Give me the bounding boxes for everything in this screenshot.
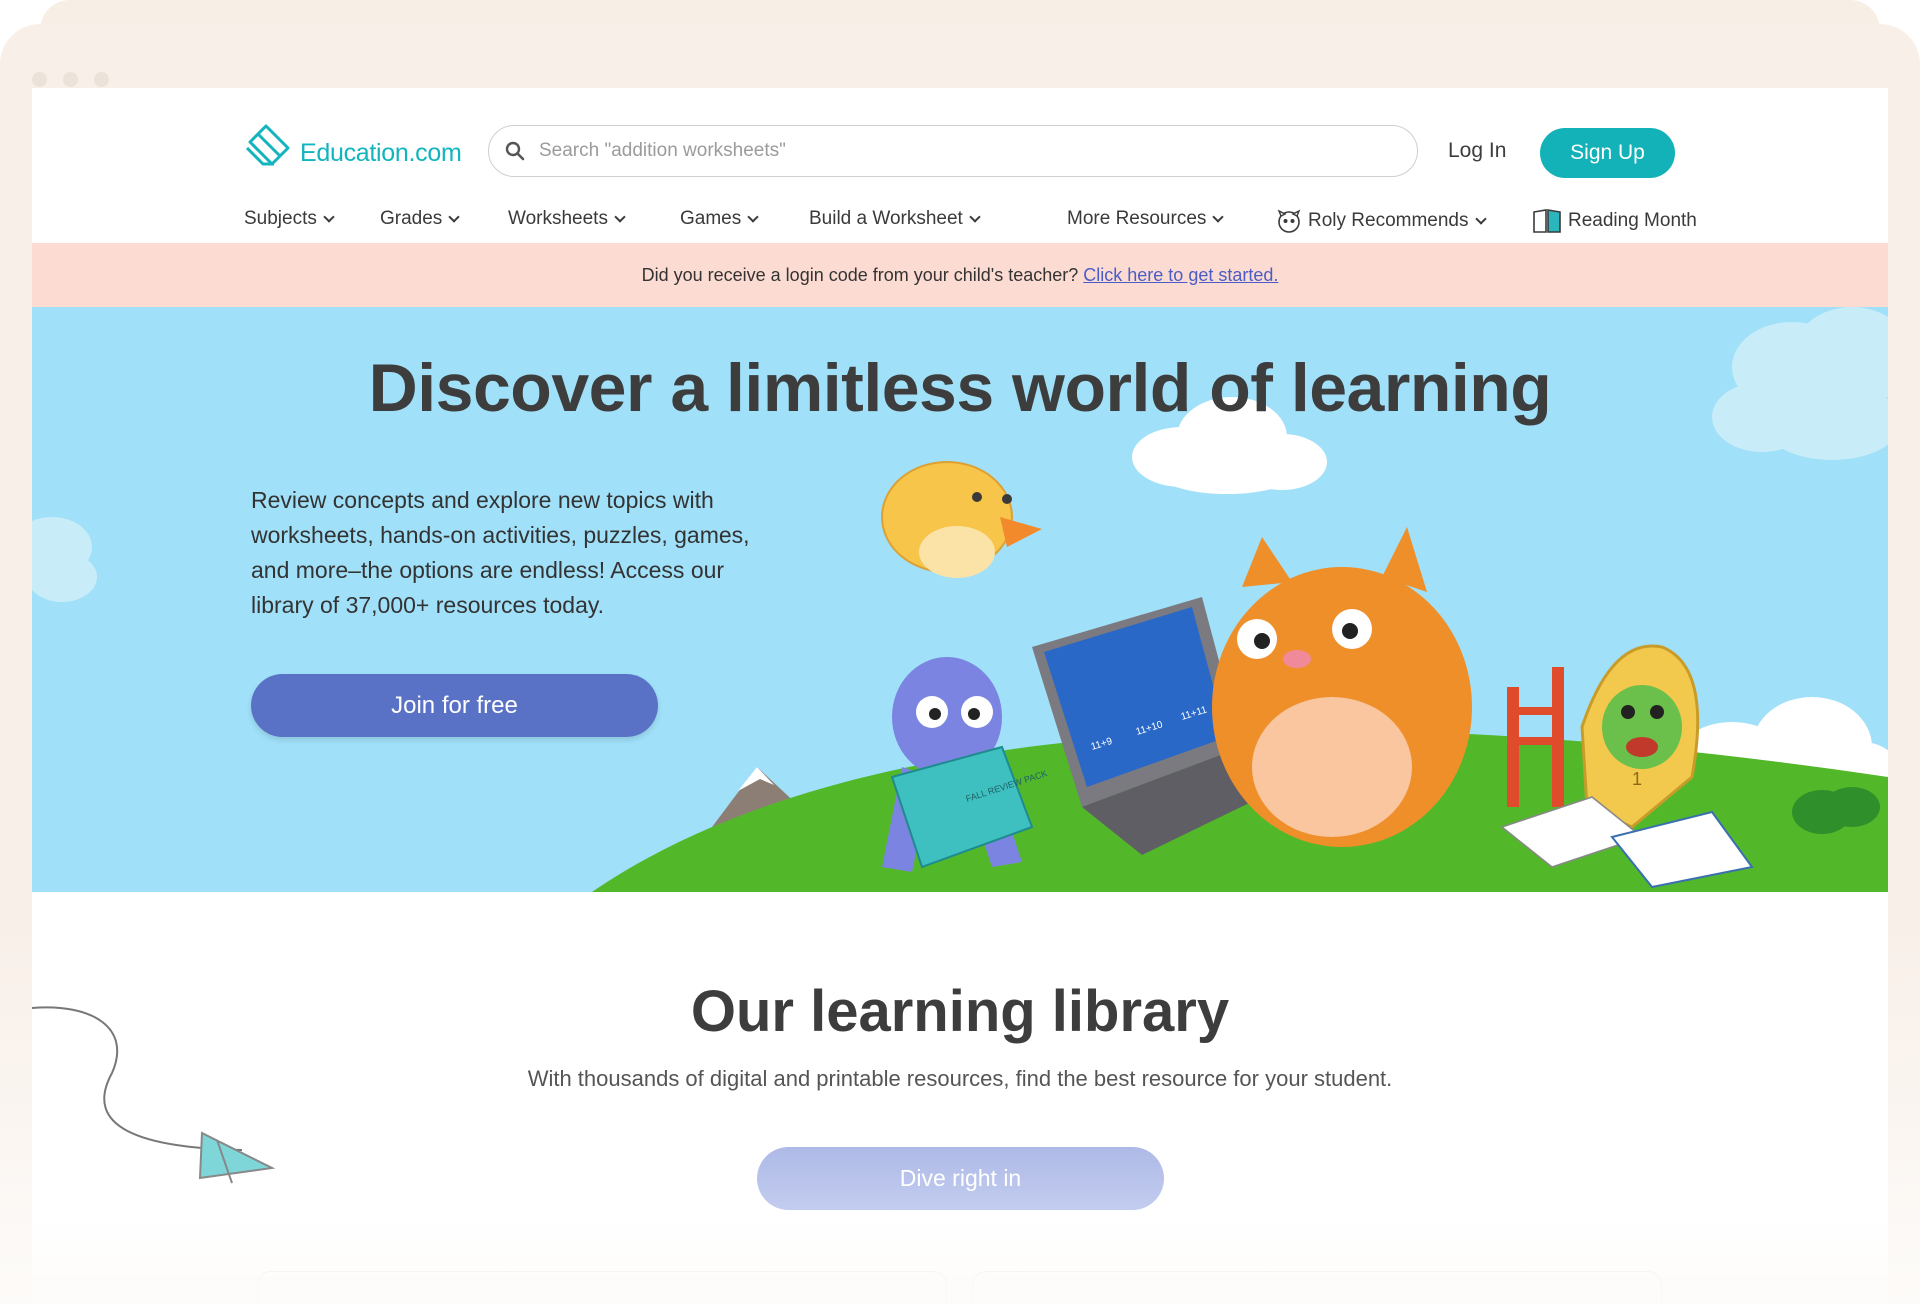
nav-item-reading-month[interactable]: Reading Month (1532, 208, 1697, 234)
signup-label: Sign Up (1570, 141, 1645, 164)
nav-label: Reading Month (1568, 210, 1697, 231)
join-button-label: Join for free (391, 691, 518, 719)
site-header: Education.com Log In Sign Up Subjects Gr… (32, 88, 1888, 243)
cloud-icon (32, 517, 97, 602)
search-icon (505, 141, 525, 161)
nav-label: Build a Worksheet (809, 208, 963, 229)
bottom-fade (32, 1218, 1888, 1304)
nav-label: Worksheets (508, 208, 608, 229)
nav-item-worksheets[interactable]: Worksheets (508, 208, 626, 230)
teacher-code-notice: Did you receive a login code from your c… (32, 243, 1888, 307)
hero-section: FALL REVIEW PACK 11+9 11+10 11+11 1 Discover… (32, 307, 1888, 892)
logo-text: Education.com (300, 138, 462, 167)
search-input[interactable] (539, 140, 1339, 162)
join-for-free-button[interactable]: Join for free (251, 674, 658, 737)
hero-title: Discover a limitless world of learning (368, 350, 1552, 426)
window-dot-maximize[interactable] (94, 72, 109, 87)
page-viewport: Education.com Log In Sign Up Subjects Gr… (32, 88, 1888, 1304)
chevron-down-icon (448, 210, 460, 223)
nav-item-build-worksheet[interactable]: Build a Worksheet (809, 208, 981, 230)
pencil-logo-icon (245, 124, 290, 166)
chevron-down-icon (323, 210, 335, 223)
signup-button[interactable]: Sign Up (1540, 128, 1675, 178)
login-link[interactable]: Log In (1448, 139, 1506, 163)
dive-button-label: Dive right in (899, 1165, 1022, 1191)
chevron-down-icon (1212, 210, 1225, 223)
chevron-down-icon (747, 210, 759, 223)
blue-creature-character (882, 657, 1034, 872)
notice-get-started-link[interactable]: Click here to get started. (1083, 265, 1278, 286)
nav-item-games[interactable]: Games (680, 208, 759, 230)
cat-character (1212, 527, 1472, 847)
nav-item-subjects[interactable]: Subjects (244, 208, 335, 230)
badge-number-label: 1 (1632, 769, 1642, 789)
chevron-down-icon (969, 210, 981, 223)
bird-character (881, 461, 1042, 578)
nav-label: More Resources (1067, 208, 1207, 229)
dive-right-in-button[interactable]: Dive right in (757, 1147, 1164, 1210)
chevron-down-icon (1474, 212, 1487, 225)
hero-description: Review concepts and explore new topics w… (251, 487, 750, 618)
roly-mascot-icon (1277, 209, 1301, 233)
search-bar[interactable] (488, 125, 1418, 177)
notice-text: Did you receive a login code from your c… (641, 264, 1079, 285)
nav-item-grades[interactable]: Grades (380, 208, 460, 230)
chevron-down-icon (614, 210, 626, 223)
nav-label: Subjects (244, 208, 317, 229)
book-icon (1533, 209, 1561, 233)
site-logo[interactable]: Education.com (244, 122, 462, 170)
nav-item-roly-recommends[interactable]: Roly Recommends (1276, 208, 1487, 234)
nav-label: Games (680, 208, 742, 229)
window-controls (32, 72, 109, 87)
window-dot-close[interactable] (32, 72, 47, 87)
nav-item-more-resources[interactable]: More Resources (1067, 208, 1225, 230)
library-subtitle: With thousands of digital and printable … (527, 1066, 1393, 1091)
nav-label: Roly Recommends (1308, 210, 1469, 231)
library-title: Our learning library (690, 979, 1230, 1044)
window-dot-minimize[interactable] (63, 72, 78, 87)
nav-label: Grades (380, 208, 443, 229)
